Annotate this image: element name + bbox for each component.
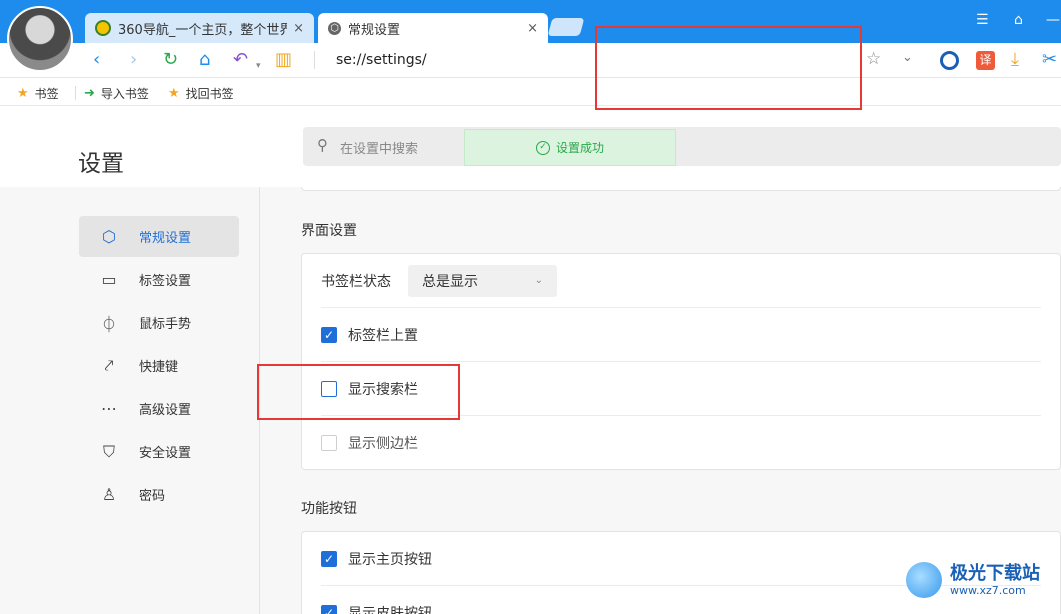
download-icon[interactable]: ⤓: [1011, 49, 1019, 70]
sidebar-item-label: 快捷键: [139, 360, 179, 375]
translate-extension-icon[interactable]: 译: [976, 51, 995, 70]
star-icon: ★: [168, 86, 180, 101]
option-label: 显示主页按钮: [348, 551, 432, 568]
option-label: 标签栏上置: [348, 327, 418, 344]
star-icon: ★: [17, 86, 29, 101]
sidebar-item-security[interactable]: ⛉ 安全设置: [79, 431, 239, 472]
import-bookmarks-item[interactable]: ➜ 导入书签: [84, 85, 149, 102]
tab-360-navigation[interactable]: 360导航_一个主页，整个世界 ×: [85, 13, 314, 43]
bookmark-bar-state-row: 书签栏状态 总是显示 ⌄: [321, 254, 1041, 308]
sidebar-item-label: 安全设置: [139, 446, 192, 461]
laptop-icon: ▭: [101, 270, 117, 289]
bookmark-bar: ★ 书签 ➜ 导入书签 ★ 找回书签: [0, 78, 1061, 106]
address-bar[interactable]: se://settings/: [336, 52, 427, 68]
watermark: 极光下载站 www.xz7.com: [906, 562, 1040, 598]
bookmark-label: 书签: [34, 87, 59, 101]
skin-icon[interactable]: ⌂: [1014, 12, 1023, 28]
undo-close-icon[interactable]: ↶: [233, 50, 248, 70]
sidebar-item-general[interactable]: ⬡ 常规设置: [79, 216, 239, 257]
title-bar: 360导航_一个主页，整个世界 × ⬡ 常规设置 × ☰ ⌂ —: [0, 0, 1061, 43]
show-search-bar-option[interactable]: 显示搜索栏: [321, 362, 1041, 416]
tab-close-icon[interactable]: ×: [527, 21, 538, 36]
search-extension-icon[interactable]: [940, 51, 959, 70]
sidebar-item-label: 常规设置: [139, 231, 192, 246]
bookmark-label: 找回书签: [185, 87, 234, 101]
menu-icon[interactable]: ☰: [976, 12, 989, 28]
select-value: 总是显示: [422, 273, 478, 290]
sidebar-item-shortcuts[interactable]: ⤤ 快捷键: [79, 345, 239, 386]
navigation-toolbar: ‹ › ↻ ⌂ ↶ ▾ ▥ se://settings/ ☆ ⌄ 译 ⤓ ✂: [0, 43, 1061, 78]
watermark-name: 极光下载站: [950, 562, 1040, 584]
watermark-logo-icon: [906, 562, 942, 598]
option-label: 显示侧边栏: [348, 436, 418, 452]
settings-page: 设置 ⚲ 在设置中搜索 ✓ 设置成功 ⬡ 常规设置 ▭ 标签设置 ⏀ 鼠标手势 …: [0, 107, 1061, 614]
sidebar-item-label: 密码: [139, 489, 166, 504]
previous-card-bottom: [301, 187, 1061, 191]
new-tab-button[interactable]: [547, 18, 585, 36]
recover-bookmarks-item[interactable]: ★ 找回书签: [168, 85, 234, 102]
settings-header-left: 设置: [0, 107, 260, 187]
tab-title: 360导航_一个主页，整个世界: [118, 22, 288, 38]
bookmark-bar-state-select[interactable]: 总是显示 ⌄: [408, 264, 557, 297]
option-label: 显示皮肤按钮: [348, 606, 432, 614]
sidebar-item-label: 标签设置: [139, 274, 192, 289]
sidebar-item-tabs[interactable]: ▭ 标签设置: [79, 259, 239, 300]
divider: [75, 86, 76, 100]
avatar[interactable]: [7, 6, 73, 72]
bookmark-star-icon[interactable]: ☆: [866, 49, 881, 69]
interface-settings-card: 书签栏状态 总是显示 ⌄ ✓ 标签栏上置 显示搜索栏 显示侧边栏: [301, 253, 1061, 470]
chevron-down-icon: ⌄: [534, 275, 543, 286]
import-icon: ➜: [84, 86, 95, 101]
chevron-down-icon[interactable]: ⌄: [902, 50, 913, 65]
more-icon: ⋯: [101, 399, 117, 418]
section-title-function-buttons: 功能按钮: [301, 501, 357, 517]
home-icon[interactable]: ⌂: [199, 50, 210, 70]
settings-search-input[interactable]: ⚲ 在设置中搜索: [303, 127, 1061, 166]
show-sidebar-option[interactable]: 显示侧边栏: [321, 416, 1041, 470]
sidebar-item-advanced[interactable]: ⋯ 高级设置: [79, 388, 239, 429]
refresh-icon[interactable]: ↻: [163, 50, 178, 70]
shield-icon: ⛉: [102, 441, 115, 461]
bookmark-item[interactable]: ★ 书签: [17, 85, 59, 102]
sidebar-item-label: 鼠标手势: [139, 317, 192, 332]
checkbox-unchecked[interactable]: [321, 380, 337, 397]
checkbox-checked[interactable]: ✓: [321, 326, 337, 343]
toast-text: 设置成功: [555, 141, 604, 155]
checkbox-disabled[interactable]: [321, 435, 337, 451]
sidebar-item-mouse-gestures[interactable]: ⏀ 鼠标手势: [79, 302, 239, 343]
sidebar-item-label: 高级设置: [139, 403, 192, 418]
hexagon-icon: ⬡: [102, 227, 116, 246]
360-logo-icon: [95, 20, 111, 36]
tab-title: 常规设置: [348, 22, 401, 38]
bookmark-bar-state-label: 书签栏状态: [321, 273, 391, 290]
search-icon: ⚲: [317, 136, 328, 154]
back-icon[interactable]: ‹: [93, 50, 100, 70]
option-label: 显示搜索栏: [348, 381, 418, 398]
shortcut-icon: ⤤: [104, 355, 114, 375]
check-circle-icon: ✓: [535, 140, 550, 155]
tab-settings[interactable]: ⬡ 常规设置 ×: [318, 13, 548, 43]
sidebar-item-password[interactable]: ♙ 密码: [79, 474, 239, 515]
success-toast: ✓ 设置成功: [464, 129, 676, 166]
forward-icon[interactable]: ›: [130, 50, 137, 70]
user-icon: ♙: [101, 485, 117, 504]
checkbox-checked[interactable]: ✓: [321, 550, 337, 567]
tabbar-top-option[interactable]: ✓ 标签栏上置: [321, 308, 1041, 362]
scissors-icon[interactable]: ✂: [1042, 49, 1057, 70]
settings-sidebar: ⬡ 常规设置 ▭ 标签设置 ⏀ 鼠标手势 ⤤ 快捷键 ⋯ 高级设置 ⛉ 安全设置…: [0, 187, 260, 614]
divider: [314, 51, 315, 69]
watermark-url: www.xz7.com: [950, 583, 1026, 597]
tab-close-icon[interactable]: ×: [293, 21, 304, 36]
settings-hexagon-icon: ⬡: [328, 21, 341, 35]
section-title-interface: 界面设置: [301, 223, 357, 239]
page-title: 设置: [78, 151, 124, 177]
minimize-icon[interactable]: —: [1046, 12, 1060, 28]
reading-mode-icon[interactable]: ▥: [275, 50, 292, 70]
mouse-icon: ⏀: [100, 314, 117, 334]
search-placeholder: 在设置中搜索: [340, 142, 419, 157]
chevron-down-icon[interactable]: ▾: [256, 56, 261, 76]
bookmark-label: 导入书签: [100, 87, 149, 101]
checkbox-checked[interactable]: ✓: [321, 605, 337, 614]
